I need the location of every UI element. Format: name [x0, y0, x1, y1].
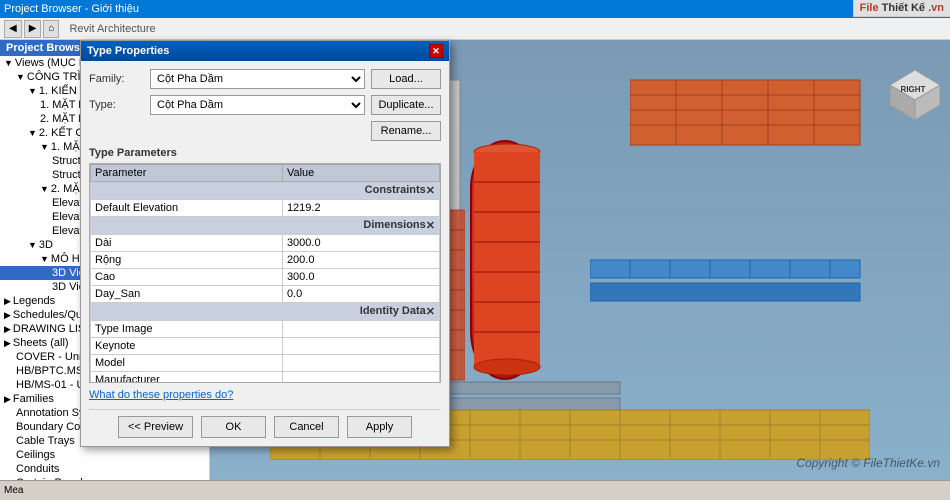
- family-label: Family:: [89, 73, 144, 85]
- view-cube[interactable]: RIGHT: [880, 50, 940, 110]
- type-label: Type:: [89, 99, 144, 111]
- prop-name-dai: Dài: [91, 235, 283, 252]
- prop-value-day-san[interactable]: 0.0: [282, 286, 439, 303]
- apply-btn[interactable]: Apply: [347, 416, 412, 438]
- tree-ceilings[interactable]: Ceilings: [0, 448, 209, 462]
- app-title: Project Browser - Giới thiệu: [4, 3, 139, 15]
- prop-value-cao[interactable]: 300.0: [282, 269, 439, 286]
- prop-value-default-elevation[interactable]: 1219.2: [282, 200, 439, 217]
- dialog-title: Type Properties: [87, 45, 169, 57]
- ok-btn[interactable]: OK: [201, 416, 266, 438]
- help-link[interactable]: What do these properties do?: [89, 389, 233, 401]
- rename-btn[interactable]: Rename...: [371, 121, 441, 141]
- svg-text:RIGHT: RIGHT: [901, 85, 926, 94]
- toolbar-btn-home[interactable]: ⌂: [43, 20, 59, 38]
- copyright-watermark: Copyright © FileThietKe.vn: [796, 456, 940, 470]
- toolbar-btn-forward[interactable]: ▶: [24, 20, 42, 38]
- col-value-header: Value: [282, 165, 439, 182]
- toolbar-btn-back[interactable]: ◀: [4, 20, 22, 38]
- prop-row-rong[interactable]: Rộng 200.0: [91, 252, 440, 269]
- prop-name-type-image: Type Image: [91, 321, 283, 338]
- prop-value-rong[interactable]: 200.0: [282, 252, 439, 269]
- type-select[interactable]: Cột Pha Dầm: [150, 95, 365, 115]
- type-properties-dialog: Type Properties ✕ Family: Cột Pha Dầm Lo…: [80, 40, 450, 447]
- dialog-buttons: << Preview OK Cancel Apply: [89, 409, 441, 438]
- prop-value-manufacturer[interactable]: [282, 372, 439, 384]
- prop-row-type-image[interactable]: Type Image: [91, 321, 440, 338]
- properties-table: Parameter Value Constraints ✕ Default El…: [90, 164, 440, 383]
- dialog-titlebar: Type Properties ✕: [81, 41, 449, 61]
- identity-group-header[interactable]: Identity Data ✕: [91, 303, 440, 321]
- help-link-container: What do these properties do?: [89, 389, 441, 401]
- prop-row-dai[interactable]: Dài 3000.0: [91, 235, 440, 252]
- cancel-btn[interactable]: Cancel: [274, 416, 339, 438]
- rename-row: Rename...: [89, 121, 441, 141]
- constraints-group-header[interactable]: Constraints ✕: [91, 182, 440, 200]
- prop-row-cao[interactable]: Cao 300.0: [91, 269, 440, 286]
- logo-file: File: [860, 2, 879, 14]
- load-btn[interactable]: Load...: [371, 69, 441, 89]
- prop-row-default-elevation[interactable]: Default Elevation 1219.2: [91, 200, 440, 217]
- dialog-body: Family: Cột Pha Dầm Load... Type: Cột Ph…: [81, 61, 449, 446]
- prop-name-default-elevation: Default Elevation: [91, 200, 283, 217]
- prop-name-manufacturer: Manufacturer: [91, 372, 283, 384]
- blue-beams: [590, 255, 870, 305]
- prop-name-rong: Rộng: [91, 252, 283, 269]
- prop-value-model[interactable]: [282, 355, 439, 372]
- status-text: Mea: [4, 485, 23, 496]
- toolbar: ◀ ▶ ⌂ Revit Architecture File Thiết Kế .…: [0, 18, 950, 40]
- prop-row-keynote[interactable]: Keynote: [91, 338, 440, 355]
- prop-name-cao: Cao: [91, 269, 283, 286]
- dimensions-group-header[interactable]: Dimensions ✕: [91, 217, 440, 235]
- prop-value-keynote[interactable]: [282, 338, 439, 355]
- prop-name-day-san: Day_San: [91, 286, 283, 303]
- prop-value-dai[interactable]: 3000.0: [282, 235, 439, 252]
- type-row: Type: Cột Pha Dầm Duplicate...: [89, 95, 441, 115]
- toolbar-title: Revit Architecture: [69, 23, 155, 35]
- family-row: Family: Cột Pha Dầm Load...: [89, 69, 441, 89]
- status-bar: Mea: [0, 480, 950, 500]
- prop-name-keynote: Keynote: [91, 338, 283, 355]
- prop-row-day-san[interactable]: Day_San 0.0: [91, 286, 440, 303]
- floor-slab: [630, 70, 870, 150]
- dialog-close-btn[interactable]: ✕: [429, 44, 443, 58]
- dialog-controls: ✕: [429, 44, 443, 58]
- col-param-header: Parameter: [91, 165, 283, 182]
- logo-thiet: Thiết Kế: [882, 2, 925, 14]
- prop-row-model[interactable]: Model: [91, 355, 440, 372]
- tree-conduits[interactable]: Conduits: [0, 462, 209, 476]
- duplicate-btn[interactable]: Duplicate...: [371, 95, 441, 115]
- prop-value-type-image[interactable]: [282, 321, 439, 338]
- type-params-heading: Type Parameters: [89, 147, 441, 159]
- properties-scroll[interactable]: Parameter Value Constraints ✕ Default El…: [89, 163, 441, 383]
- family-select[interactable]: Cột Pha Dầm: [150, 69, 365, 89]
- logo-vn: .vn: [928, 2, 944, 14]
- cylinder-structure: [470, 140, 540, 380]
- logo-area: File Thiết Kế .vn: [853, 0, 950, 17]
- title-bar: Project Browser - Giới thiệu _ □ ✕: [0, 0, 950, 18]
- preview-btn[interactable]: << Preview: [118, 416, 193, 438]
- prop-row-manufacturer[interactable]: Manufacturer: [91, 372, 440, 384]
- prop-name-model: Model: [91, 355, 283, 372]
